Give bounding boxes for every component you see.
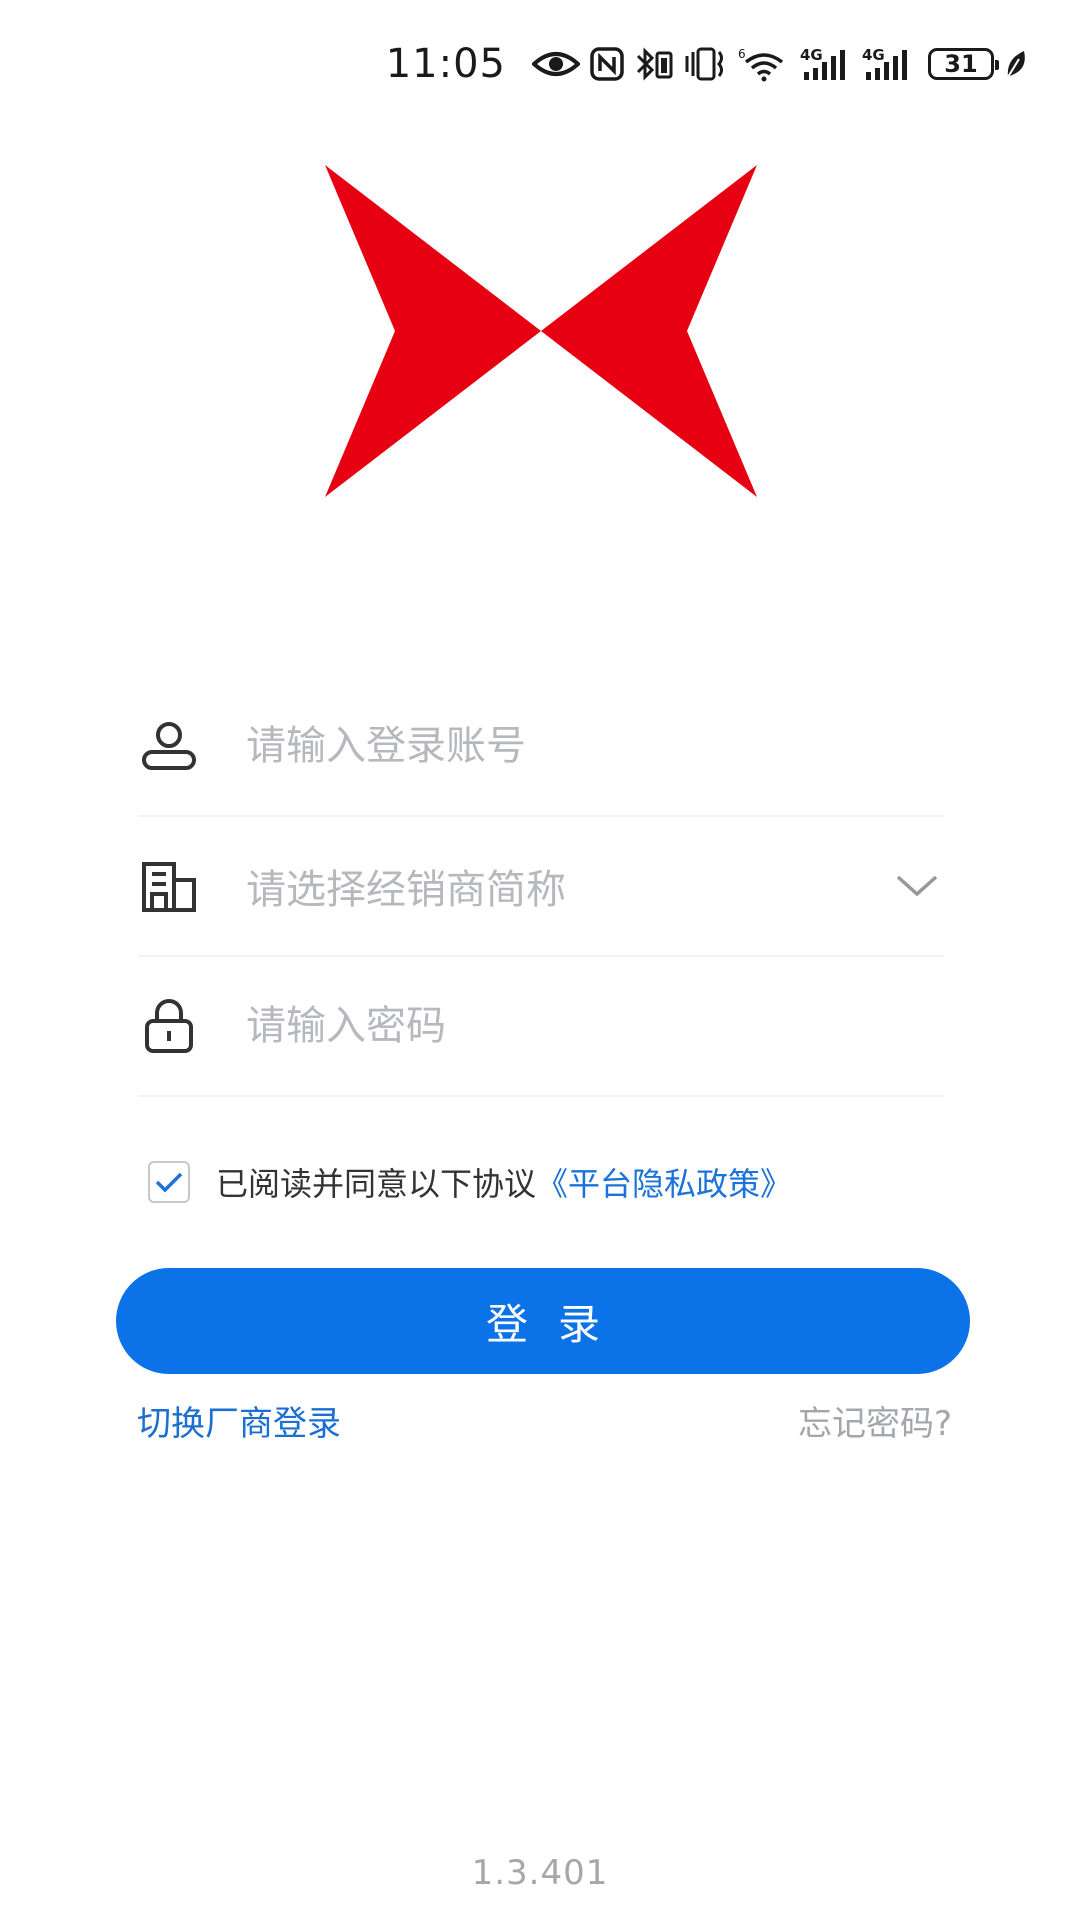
password-input[interactable] xyxy=(246,986,944,1066)
agreement-row: 已阅读并同意以下协议 《平台隐私政策》 xyxy=(148,1160,792,1204)
forgot-password-link[interactable]: 忘记密码? xyxy=(798,1396,952,1445)
eye-icon xyxy=(532,42,580,86)
svg-text:6: 6 xyxy=(738,47,746,61)
check-icon xyxy=(155,1172,183,1193)
app-version: 1.3.401 xyxy=(471,1853,609,1893)
battery-level: 31 xyxy=(944,50,978,78)
user-icon xyxy=(138,715,200,777)
status-bar: 11:05 6 4G 4G 31 xyxy=(386,36,1028,92)
account-field xyxy=(138,677,944,817)
login-page: 11:05 6 4G 4G 31 请输入登录账号 请选择经销商简称 已阅读并同意… xyxy=(0,0,1080,1920)
building-icon xyxy=(138,855,200,917)
agreement-text: 已阅读并同意以下协议 xyxy=(216,1165,537,1203)
password-field xyxy=(138,957,944,1097)
dealer-placeholder: 请选择经销商简称 xyxy=(246,867,566,913)
nfc-icon xyxy=(590,42,624,86)
battery-icon: 31 xyxy=(928,48,999,80)
privacy-policy-link[interactable]: 《平台隐私政策》 xyxy=(536,1159,792,1205)
signal-4g-icon: 4G xyxy=(800,42,852,86)
chevron-down-icon[interactable] xyxy=(892,871,942,901)
svg-text:4G: 4G xyxy=(800,46,823,64)
lock-icon xyxy=(138,995,200,1057)
leaf-icon xyxy=(1004,42,1028,86)
wifi-6-icon: 6 xyxy=(738,42,790,86)
dealer-select[interactable]: 请选择经销商简称 xyxy=(138,817,944,957)
agreement-checkbox[interactable] xyxy=(148,1161,190,1203)
bluetooth-icon xyxy=(634,42,674,86)
switch-vendor-login-link[interactable]: 切换厂商登录 xyxy=(137,1396,341,1445)
svg-text:4G: 4G xyxy=(862,46,885,64)
status-time: 11:05 xyxy=(385,41,506,87)
signal-4g-icon: 4G xyxy=(862,42,914,86)
vibrate-icon xyxy=(684,42,728,86)
login-button[interactable]: 登录 xyxy=(116,1268,970,1374)
red-bowtie-logo xyxy=(325,165,757,497)
account-input[interactable] xyxy=(246,706,944,786)
